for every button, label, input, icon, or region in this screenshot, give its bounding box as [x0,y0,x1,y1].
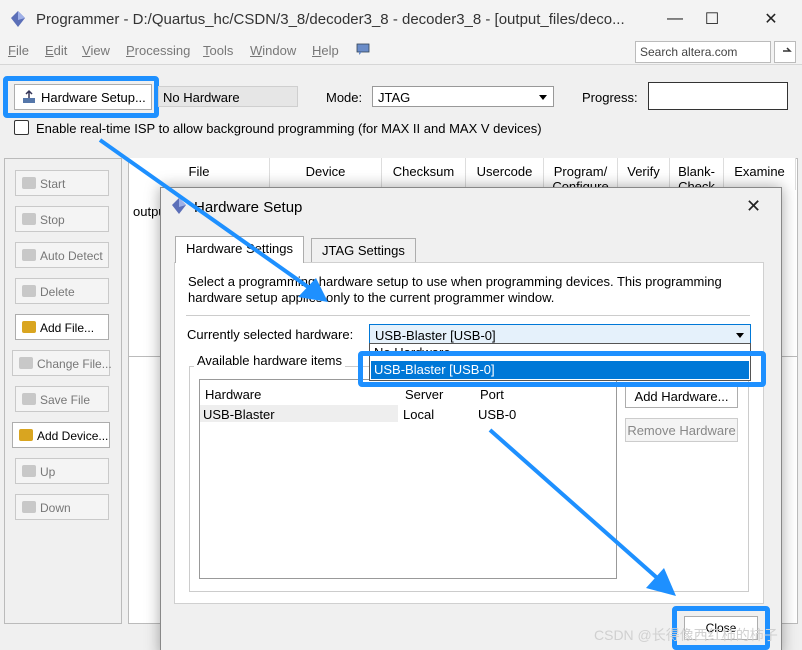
side-button-label: Save File [40,393,91,407]
dialog-description: Select a programming hardware setup to u… [188,274,722,305]
progress-bar [648,82,788,110]
column-program-configure[interactable]: Program/ Configure [544,158,618,190]
add-hardware-button[interactable]: Add Hardware... [625,384,738,408]
tab-jtag-settings[interactable]: JTAG Settings [311,238,416,262]
column-usercode[interactable]: Usercode [466,158,544,190]
side-button-label: Stop [40,213,65,227]
column-checksum[interactable]: Checksum [382,158,466,190]
watermark: CSDN @长得像西红柿的柿子 [594,627,778,643]
column-examine[interactable]: Examine [724,158,796,190]
highlight-hardware-setup [3,76,159,118]
dialog-title: Hardware Setup [194,199,303,216]
up-icon [22,465,36,477]
save-file-icon [22,393,36,405]
side-button-label: Auto Detect [40,249,103,263]
start-icon [22,177,36,189]
menu-processing[interactable]: Processing [126,43,190,58]
column-file[interactable]: File [129,158,270,190]
isp-checkbox[interactable] [14,120,29,135]
side-button-change-file[interactable]: Change File... [12,350,112,376]
side-button-auto-detect[interactable]: Auto Detect [15,242,109,268]
menu-window[interactable]: Window [250,43,296,58]
side-button-label: Change File... [37,357,112,371]
progress-label: Progress: [582,90,638,105]
maximize-button[interactable]: ☐ [697,7,727,31]
menu-edit[interactable]: Edit [45,43,67,58]
side-button-add-file[interactable]: Add File... [15,314,109,340]
side-button-label: Down [40,501,71,515]
search-button[interactable] [774,41,796,63]
add-device-icon [19,429,33,441]
down-icon [22,501,36,513]
chat-icon[interactable] [356,43,370,55]
chevron-down-icon [539,95,547,100]
current-hardware-value: USB-Blaster [USB-0] [375,328,496,343]
side-button-label: Delete [40,285,75,299]
list-header-server[interactable]: Server [405,387,443,402]
minimize-button[interactable]: — [660,7,690,31]
column-blank-check[interactable]: Blank- Check [670,158,724,190]
list-cell-port: USB-0 [478,407,517,422]
column-device[interactable]: Device [270,158,382,190]
side-button-label: Up [40,465,56,479]
side-button-up[interactable]: Up [15,458,109,484]
divider [186,315,750,316]
search-input[interactable]: Search altera.com [635,41,771,63]
menu-help[interactable]: Help [312,43,339,58]
title-bar: Programmer - D:/Quartus_hc/CSDN/3_8/deco… [0,0,802,38]
mode-select[interactable]: JTAG [372,86,554,107]
window-title: Programmer - D:/Quartus_hc/CSDN/3_8/deco… [36,11,625,28]
close-window-button[interactable]: ✕ [756,7,786,31]
auto-detect-icon [22,249,36,261]
side-button-stop[interactable]: Stop [15,206,109,232]
highlight-usb-blaster [358,351,766,387]
available-hardware-label: Available hardware items [194,353,345,368]
isp-label: Enable real-time ISP to allow background… [36,121,542,136]
dialog-close-icon[interactable]: ✕ [746,196,761,217]
menu-file[interactable]: File [8,43,29,58]
tab-hardware-settings[interactable]: Hardware Settings [175,236,304,263]
column-verify[interactable]: Verify [618,158,670,190]
mode-value: JTAG [378,90,411,105]
current-hardware-label: Currently selected hardware: [187,327,354,342]
list-cell-server: Local [403,407,435,422]
dialog-app-icon [172,198,186,214]
side-button-label: Add Device... [37,429,109,443]
current-hardware-select[interactable]: USB-Blaster [USB-0] [369,324,751,345]
list-header-hardware[interactable]: Hardware [205,387,261,402]
side-button-down[interactable]: Down [15,494,109,520]
programmer-app-icon [11,11,25,27]
side-button-label: Start [40,177,66,191]
remove-hardware-button[interactable]: Remove Hardware [625,418,738,442]
list-cell-hardware: USB-Blaster [203,407,275,422]
menu-tools[interactable]: Tools [203,43,233,58]
stop-icon [22,213,36,225]
side-button-delete[interactable]: Delete [15,278,109,304]
add-file-icon [22,321,36,333]
side-button-label: Add File... [40,321,95,335]
change-file-icon [19,357,33,369]
side-button-start[interactable]: Start [15,170,109,196]
search-icon [783,47,792,52]
list-header-port[interactable]: Port [480,387,504,402]
delete-icon [22,285,36,297]
mode-label: Mode: [326,90,363,105]
side-button-save-file[interactable]: Save File [15,386,109,412]
side-button-add-device[interactable]: Add Device... [12,422,110,448]
menu-view[interactable]: View [82,43,110,58]
hardware-value: No Hardware [158,86,298,107]
chevron-down-icon [736,333,744,338]
